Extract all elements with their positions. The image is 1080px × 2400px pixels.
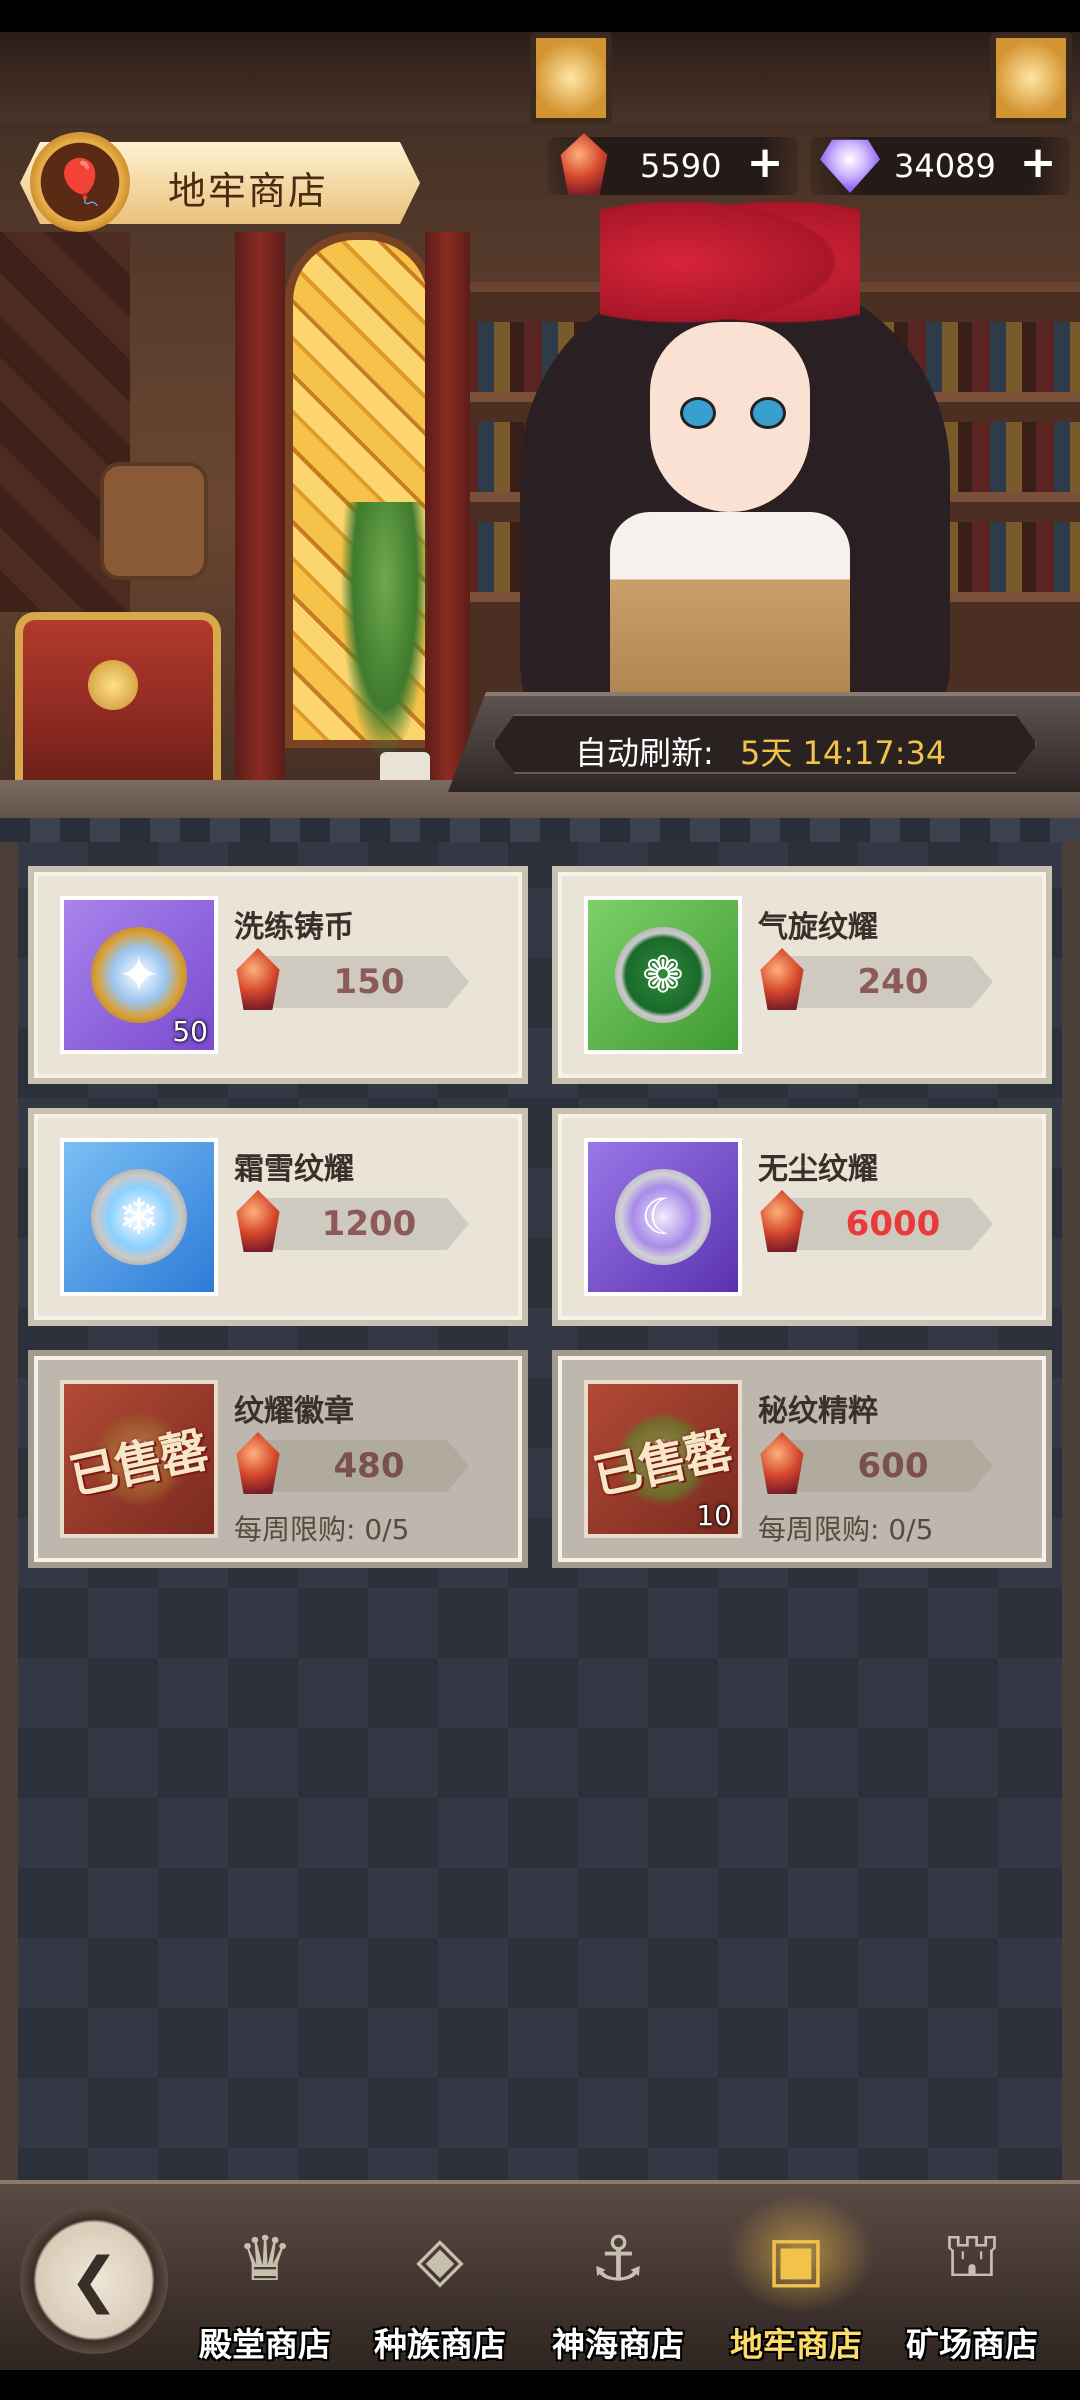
item-price: 600 <box>857 1446 929 1486</box>
race-shop-icon: ◈ <box>416 2221 464 2295</box>
red-gem-icon <box>560 133 608 195</box>
dungeon-shop-icon: ▣ <box>766 2221 826 2295</box>
item-price: 480 <box>333 1446 405 1486</box>
back-arrow-icon: ❮ <box>68 2245 120 2315</box>
nav-hall-shop[interactable]: ♛ 殿堂商店 <box>175 2194 355 2365</box>
nav-label: 殿堂商店 <box>199 2325 331 2364</box>
lamp-icon <box>990 32 1072 124</box>
moon-emblem-icon: ☾ <box>615 1169 711 1265</box>
sold-out-stamp: 已售罄 <box>588 1422 736 1506</box>
nav-label: 地牢商店 <box>730 2325 862 2364</box>
nav-label: 种族商店 <box>374 2325 506 2364</box>
item-name: 无尘纹耀 <box>758 1152 878 1187</box>
add-diamond-button[interactable]: + <box>1016 141 1060 185</box>
bottom-nav: ❮ ♛ 殿堂商店 ◈ 种族商店 ⚓ 神海商店 ▣ 地牢商店 ⛫ 矿场商店 <box>0 2180 1080 2374</box>
page-title: 地牢商店 <box>168 169 329 213</box>
treasure-chest-icon <box>15 612 221 788</box>
shop-item-card-sold-out[interactable]: ✺ 已售罄 纹耀徽章 480 每周限购: 0/5 <box>28 1350 528 1568</box>
currency-value: 5590 <box>640 147 722 185</box>
nav-mine-shop[interactable]: ⛫ 矿场商店 <box>882 2194 1062 2365</box>
item-quantity: 50 <box>172 1015 208 1048</box>
weekly-limit: 每周限购: 0/5 <box>234 1513 410 1546</box>
item-icon-frame: ✺ 已售罄 <box>60 1380 218 1538</box>
currency-diamond: 34089 + <box>810 137 1070 195</box>
panel-trim <box>0 818 1080 842</box>
shop-title-banner: 🎈 地牢商店 <box>0 132 430 242</box>
star-coin-icon: ✦ <box>91 927 187 1023</box>
item-icon-frame: ❄ <box>60 1138 218 1296</box>
item-name: 气旋纹耀 <box>758 910 878 945</box>
item-price: 1200 <box>321 1204 417 1244</box>
plant-icon <box>340 502 430 762</box>
item-name: 洗练铸币 <box>234 910 354 945</box>
add-currency-button[interactable]: + <box>743 141 787 185</box>
shop-item-card[interactable]: ❁ 气旋纹耀 240 <box>552 866 1052 1084</box>
item-quantity: 10 <box>696 1499 732 1532</box>
currency-dungeon-coin: 5590 + <box>548 133 798 195</box>
item-icon-frame: ✺ 已售罄 10 <box>584 1380 742 1538</box>
shop-item-card-sold-out[interactable]: ✺ 已售罄 10 秘纹精粹 600 每周限购: 0/5 <box>552 1350 1052 1568</box>
item-name: 霜雪纹耀 <box>234 1152 354 1187</box>
status-bar <box>0 0 1080 32</box>
item-price: 240 <box>857 962 929 1002</box>
hot-air-balloon-icon: 🎈 <box>30 132 130 232</box>
currency-value: 34089 <box>894 147 996 185</box>
snowflake-emblem-icon: ❄ <box>91 1169 187 1265</box>
item-price: 6000 <box>845 1204 941 1244</box>
nav-label: 神海商店 <box>552 2325 684 2364</box>
mine-shop-icon: ⛫ <box>943 2217 1001 2291</box>
refresh-label: 自动刷新: <box>575 734 714 772</box>
item-icon-frame: ❁ <box>584 896 742 1054</box>
weekly-limit: 每周限购: 0/5 <box>758 1513 934 1546</box>
item-price: 150 <box>333 962 405 1002</box>
cyclone-emblem-icon: ❁ <box>615 927 711 1023</box>
shop-item-card[interactable]: ✦ 50 洗练铸币 150 <box>28 866 528 1084</box>
shop-item-card[interactable]: ☾ 无尘纹耀 6000 <box>552 1108 1052 1326</box>
nav-dungeon-shop[interactable]: ▣ 地牢商店 <box>706 2194 886 2364</box>
auto-refresh-bar: 自动刷新: 5天 14:17:34 <box>448 692 1080 792</box>
nav-label: 矿场商店 <box>906 2325 1038 2364</box>
refresh-countdown: 5天 14:17:34 <box>740 734 947 772</box>
shop-item-card[interactable]: ❄ 霜雪纹耀 1200 <box>28 1108 528 1326</box>
system-home-bar <box>0 2370 1080 2400</box>
purple-diamond-icon <box>820 139 880 193</box>
curtain <box>235 232 285 792</box>
nav-race-shop[interactable]: ◈ 种族商店 <box>350 2194 530 2365</box>
item-icon-frame: ✦ 50 <box>60 896 218 1054</box>
lamp-icon <box>530 32 612 124</box>
sea-shop-icon: ⚓ <box>590 2221 646 2295</box>
nav-sea-shop[interactable]: ⚓ 神海商店 <box>528 2194 708 2365</box>
item-icon-frame: ☾ <box>584 1138 742 1296</box>
sold-out-stamp: 已售罄 <box>64 1422 212 1506</box>
bag-icon <box>100 462 208 580</box>
hall-shop-icon: ♛ <box>237 2221 293 2295</box>
curtain <box>425 232 470 792</box>
back-button[interactable]: ❮ <box>20 2206 168 2354</box>
item-name: 秘纹精粹 <box>758 1394 878 1429</box>
item-name: 纹耀徽章 <box>234 1394 354 1429</box>
ribbon-icon <box>600 192 860 332</box>
